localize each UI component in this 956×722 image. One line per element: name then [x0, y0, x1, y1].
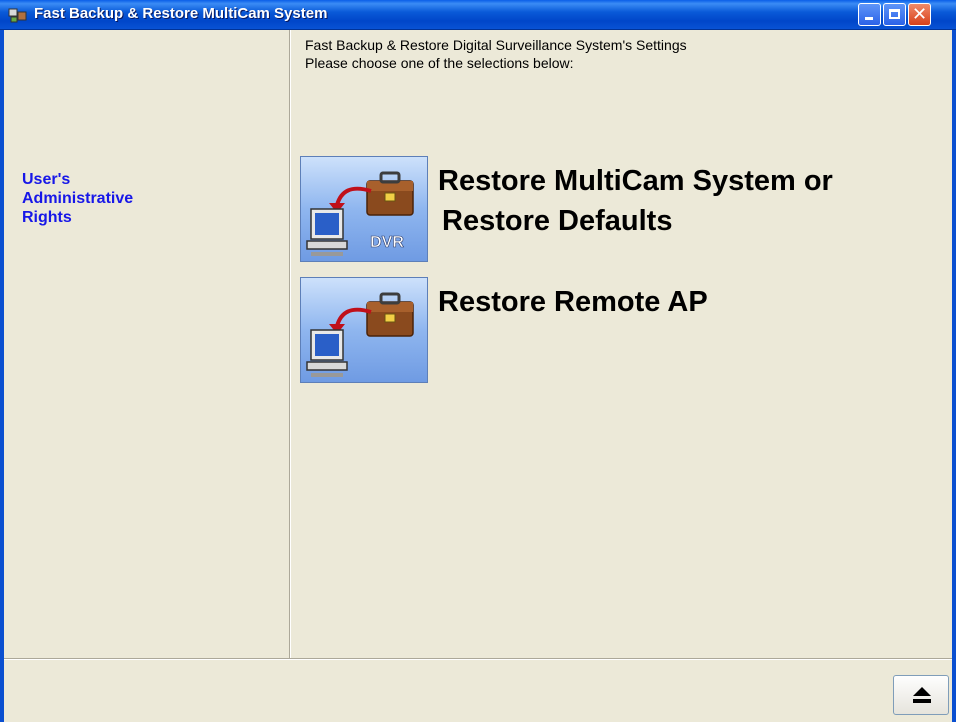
maximize-icon — [889, 9, 900, 19]
main-header: Fast Backup & Restore Digital Surveillan… — [305, 36, 687, 72]
dvr-badge: DVR — [370, 234, 404, 251]
header-title: Fast Backup & Restore Digital Surveillan… — [305, 37, 687, 53]
window-frame-right — [952, 30, 956, 722]
close-button[interactable]: ✕ — [908, 3, 931, 26]
user-rights-link[interactable]: User's Administrative Rights — [22, 170, 222, 227]
minimize-icon — [865, 17, 873, 20]
restore-system-label: Restore MultiCam System or — [438, 165, 833, 197]
app-icon — [8, 8, 27, 23]
sidebar-divider — [289, 30, 291, 658]
eject-button[interactable] — [893, 675, 949, 715]
close-icon: ✕ — [912, 4, 928, 25]
restore-remote-icon[interactable] — [300, 277, 428, 383]
user-rights-link-line: Rights — [22, 209, 72, 226]
app-window: Fast Backup & Restore MultiCam System ✕ … — [0, 0, 956, 722]
eject-icon — [913, 687, 931, 703]
header-instruction: Please choose one of the selections belo… — [305, 55, 574, 71]
restore-dvr-icon[interactable]: DVR — [300, 156, 428, 262]
user-rights-link-line: Administrative — [22, 190, 134, 207]
minimize-button[interactable] — [858, 3, 881, 26]
restore-defaults-label: Restore Defaults — [442, 205, 673, 237]
maximize-button[interactable] — [883, 3, 906, 26]
restore-remote-label: Restore Remote AP — [438, 286, 708, 318]
sidebar: User's Administrative Rights — [4, 30, 289, 658]
title-bar[interactable]: Fast Backup & Restore MultiCam System ✕ — [0, 0, 956, 30]
user-rights-link-line: User's — [22, 171, 71, 188]
footer-divider — [4, 658, 952, 660]
window-title: Fast Backup & Restore MultiCam System — [34, 5, 328, 22]
